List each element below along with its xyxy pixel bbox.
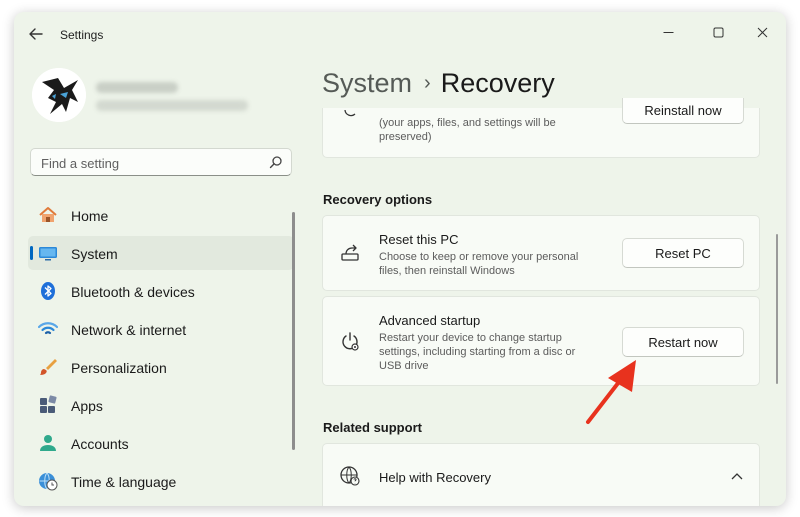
sidebar-item-label: Accounts [71, 436, 129, 452]
profile-name-blurred [96, 82, 178, 93]
card-description: Restart your device to change startup se… [379, 332, 576, 372]
card-title: Reset this PC [379, 232, 459, 247]
brush-icon [40, 359, 57, 375]
fix-problems-card: (your apps, files, and settings will be … [322, 98, 760, 158]
settings-window: Settings Find a setting Home System Blue… [14, 12, 786, 506]
reinstall-now-button[interactable]: Reinstall now [622, 98, 744, 124]
sidebar-item-label: Home [71, 208, 109, 224]
maximize-button[interactable] [698, 18, 738, 46]
card-title: Help with Recovery [379, 470, 491, 485]
sidebar-item-label: Network & internet [71, 322, 187, 338]
reinstall-icon [344, 109, 356, 117]
home-icon [39, 207, 57, 222]
reset-pc-icon [341, 244, 359, 261]
restart-now-button[interactable]: Restart now [622, 327, 744, 357]
maximize-icon [713, 27, 723, 37]
sidebar-item-home[interactable]: Home [28, 198, 294, 232]
minimize-button[interactable] [648, 18, 688, 46]
back-button[interactable] [26, 24, 46, 44]
person-icon [40, 435, 56, 451]
chevron-up-icon[interactable] [731, 472, 743, 480]
reset-pc-button[interactable]: Reset PC [622, 238, 744, 268]
sidebar-item-label: Bluetooth & devices [71, 284, 195, 300]
sidebar-item-label: Personalization [71, 360, 167, 376]
title-bar: Settings [14, 12, 786, 56]
breadcrumb-separator: › [424, 72, 431, 94]
help-globe-icon [340, 466, 360, 486]
sidebar-item-label: Apps [71, 398, 103, 414]
bluetooth-icon [41, 282, 55, 300]
sidebar-item-time-language[interactable]: Time & language [28, 464, 294, 498]
help-with-recovery-card[interactable]: Help with Recovery [322, 443, 760, 506]
section-header-related-support: Related support [323, 420, 422, 435]
main-scrollbar[interactable] [776, 234, 778, 384]
sidebar-item-accounts[interactable]: Accounts [28, 426, 294, 460]
avatar[interactable] [32, 68, 86, 122]
advanced-startup-icon [342, 332, 359, 351]
close-icon [757, 27, 767, 37]
card-description: Choose to keep or remove your personal f… [379, 251, 579, 277]
close-button[interactable] [742, 18, 782, 46]
profile-email-blurred [96, 100, 248, 111]
card-description: (your apps, files, and settings will be [379, 117, 556, 129]
apps-icon [40, 395, 57, 413]
sidebar-item-personalization[interactable]: Personalization [28, 350, 294, 384]
breadcrumb: System › Recovery [322, 68, 555, 99]
sidebar-item-system[interactable]: System [28, 236, 294, 270]
system-icon [39, 247, 57, 261]
sidebar-nav: Home System Bluetooth & devices Network … [28, 198, 294, 502]
sidebar-item-apps[interactable]: Apps [28, 388, 294, 422]
search-input[interactable] [39, 153, 263, 173]
globe-clock-icon [39, 472, 58, 491]
breadcrumb-parent[interactable]: System [322, 68, 412, 98]
page-title: Recovery [440, 68, 555, 98]
sidebar-item-label: System [71, 246, 118, 262]
card-description: preserved) [379, 131, 432, 143]
reset-pc-card: Reset this PC Choose to keep or remove y… [322, 215, 760, 291]
search-icon [269, 156, 282, 169]
wifi-icon [38, 322, 58, 335]
avatar-image-icon [32, 68, 86, 122]
section-header-recovery-options: Recovery options [323, 192, 433, 207]
card-title: Advanced startup [379, 313, 481, 328]
annotation-arrow-icon [586, 360, 636, 424]
sidebar-scrollbar[interactable] [292, 212, 295, 450]
advanced-startup-card: Advanced startup Restart your device to … [322, 296, 760, 386]
sidebar-item-network[interactable]: Network & internet [28, 312, 294, 346]
active-indicator [30, 246, 33, 260]
sidebar-item-label: Time & language [71, 474, 177, 490]
sidebar-item-bluetooth[interactable]: Bluetooth & devices [28, 274, 294, 308]
minimize-icon [663, 31, 673, 33]
back-arrow-icon [29, 28, 43, 40]
search-box[interactable] [30, 148, 292, 176]
app-title: Settings [60, 28, 104, 42]
